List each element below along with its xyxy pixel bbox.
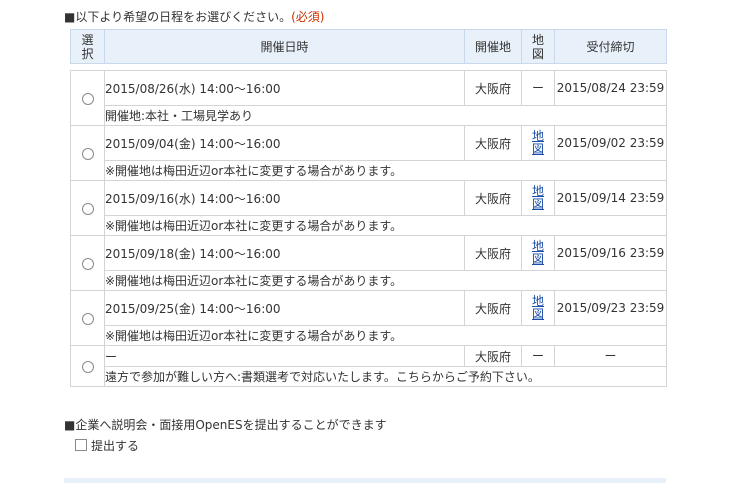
table-row: ー 大阪府 ー ー	[70, 345, 667, 387]
header-datetime: 開催日時	[104, 29, 465, 64]
header-map: 地図	[521, 29, 555, 64]
row-note: ※開催地は梅田近辺or本社に変更する場合があります。	[104, 160, 667, 181]
row-note: 開催地:本社・工場見学あり	[104, 105, 667, 126]
schedule-radio-0[interactable]	[81, 92, 94, 105]
row-deadline: 2015/09/02 23:59	[554, 125, 667, 161]
row-note: ※開催地は梅田近辺or本社に変更する場合があります。	[104, 215, 667, 236]
openes-section-title: ■企業へ説明会・面接用OpenESを提出することができます	[64, 418, 387, 432]
submit-checkbox-label[interactable]: 提出する	[91, 439, 139, 453]
schedule-section-title: ■以下より希望の日程をお選びください。(必須)	[64, 8, 324, 25]
map-cell: 地図	[521, 180, 555, 216]
bottom-panel-edge	[64, 478, 666, 483]
row-location: 大阪府	[464, 345, 522, 367]
row-deadline: ー	[554, 345, 667, 367]
schedule-table: 選択 開催日時 開催地 地図 受付締切 2015/08/26(水) 14:00〜…	[70, 29, 667, 387]
radio-cell[interactable]	[70, 235, 105, 291]
schedule-title-text: ■以下より希望の日程をお選びください。	[64, 10, 292, 24]
table-note-row: 遠方で参加が難しい方へ:書類選考で対応いたします。こちらからご予約下さい。	[71, 366, 667, 387]
table-row: 2015/08/26(水) 14:00〜16:00 大阪府 ー 2015/08/…	[70, 70, 667, 126]
map-cell: 地図	[521, 125, 555, 161]
table-note-row: ※開催地は梅田近辺or本社に変更する場合があります。	[71, 325, 667, 346]
table-row: 2015/09/18(金) 14:00〜16:00 大阪府 地図 2015/09…	[70, 235, 667, 291]
row-location: 大阪府	[464, 290, 522, 326]
row-map-none: ー	[521, 70, 555, 106]
schedule-radio-3[interactable]	[81, 257, 94, 270]
table-row: 2015/09/04(金) 14:00〜16:00 大阪府 地図 2015/09…	[70, 125, 667, 181]
submit-checkbox-row[interactable]: 提出する	[75, 437, 139, 454]
radio-cell[interactable]	[70, 125, 105, 181]
row-deadline: 2015/08/24 23:59	[554, 70, 667, 106]
schedule-radio-1[interactable]	[81, 147, 94, 160]
map-link[interactable]: 地図	[532, 240, 545, 266]
header-deadline: 受付締切	[554, 29, 667, 64]
map-cell: 地図	[521, 235, 555, 271]
map-link[interactable]: 地図	[532, 295, 545, 321]
required-label: (必須)	[291, 10, 325, 24]
map-cell: 地図	[521, 290, 555, 326]
header-select: 選択	[70, 29, 105, 64]
row-note: 遠方で参加が難しい方へ:書類選考で対応いたします。こちらからご予約下さい。	[104, 366, 667, 387]
row-location: 大阪府	[464, 70, 522, 106]
table-note-row: ※開催地は梅田近辺or本社に変更する場合があります。	[71, 160, 667, 181]
row-deadline: 2015/09/23 23:59	[554, 290, 667, 326]
row-datetime: 2015/09/16(水) 14:00〜16:00	[104, 180, 465, 216]
row-location: 大阪府	[464, 180, 522, 216]
table-row: 2015/09/25(金) 14:00〜16:00 大阪府 地図 2015/09…	[70, 290, 667, 346]
radio-cell[interactable]	[70, 290, 105, 346]
table-note-row: 開催地:本社・工場見学あり	[71, 105, 667, 126]
table-note-row: ※開催地は梅田近辺or本社に変更する場合があります。	[71, 215, 667, 236]
table-row: 2015/09/16(水) 14:00〜16:00 大阪府 地図 2015/09…	[70, 180, 667, 236]
row-datetime: 2015/09/25(金) 14:00〜16:00	[104, 290, 465, 326]
map-link[interactable]: 地図	[532, 185, 545, 211]
schedule-radio-2[interactable]	[81, 202, 94, 215]
row-note: ※開催地は梅田近辺or本社に変更する場合があります。	[104, 325, 667, 346]
row-deadline: 2015/09/14 23:59	[554, 180, 667, 216]
row-note: ※開催地は梅田近辺or本社に変更する場合があります。	[104, 270, 667, 291]
table-note-row: ※開催地は梅田近辺or本社に変更する場合があります。	[71, 270, 667, 291]
map-link[interactable]: 地図	[532, 130, 545, 156]
schedule-radio-4[interactable]	[81, 312, 94, 325]
radio-cell[interactable]	[70, 180, 105, 236]
header-location: 開催地	[464, 29, 522, 64]
row-location: 大阪府	[464, 125, 522, 161]
row-datetime: 2015/09/18(金) 14:00〜16:00	[104, 235, 465, 271]
row-datetime: 2015/08/26(水) 14:00〜16:00	[104, 70, 465, 106]
table-header-row: 選択 開催日時 開催地 地図 受付締切	[70, 29, 667, 64]
radio-cell[interactable]	[70, 345, 105, 387]
row-deadline: 2015/09/16 23:59	[554, 235, 667, 271]
radio-cell[interactable]	[70, 70, 105, 126]
row-datetime: 2015/09/04(金) 14:00〜16:00	[104, 125, 465, 161]
submit-checkbox[interactable]	[75, 439, 87, 451]
schedule-radio-5[interactable]	[81, 360, 94, 373]
row-datetime: ー	[104, 345, 465, 367]
row-map-none: ー	[521, 345, 555, 367]
row-location: 大阪府	[464, 235, 522, 271]
